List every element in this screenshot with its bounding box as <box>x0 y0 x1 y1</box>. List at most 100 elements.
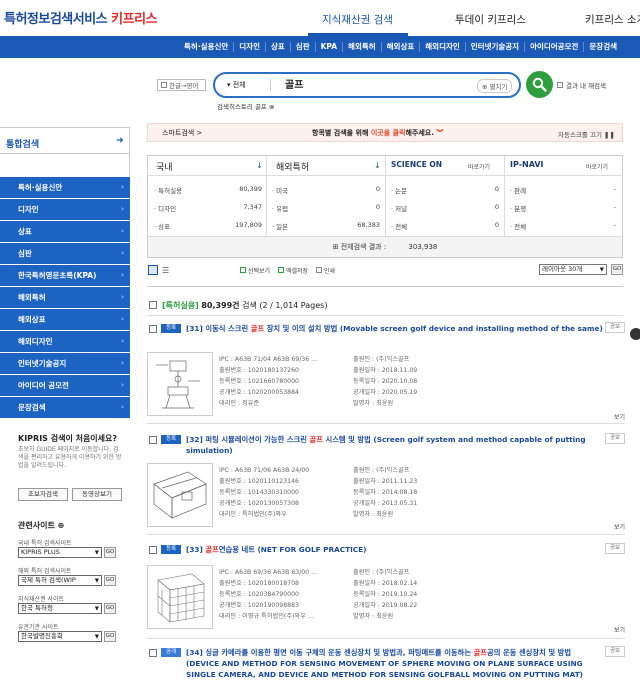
menu-sentence-search[interactable]: 문장검색 <box>583 42 622 52</box>
go-button[interactable]: GO <box>104 575 116 586</box>
gazette-button[interactable]: 공보 <box>605 543 625 554</box>
go-button[interactable]: GO <box>104 603 116 614</box>
beginner-search-button[interactable]: 초보자검색 <box>18 488 68 501</box>
result-checkbox[interactable] <box>149 546 157 554</box>
stats-row[interactable]: · 전체 0 <box>391 221 499 231</box>
view-more-link[interactable]: 보기 <box>614 522 625 531</box>
menu-tech-disclosure[interactable]: 인터넷기술공지 <box>464 42 524 52</box>
search-button[interactable] <box>526 71 553 98</box>
related-select-agency[interactable]: 한국발명진흥회 <box>18 631 102 642</box>
menu-trademark[interactable]: 상표 <box>264 42 290 52</box>
menu-idea-contest[interactable]: 아이디어공모전 <box>524 42 583 52</box>
kipris-logo[interactable]: 특허정보검색서비스 키프리스 <box>4 8 158 27</box>
stats-row[interactable]: · 일본 68,383 <box>272 221 380 231</box>
related-select-domestic[interactable]: KIPRIS PLUS <box>18 547 102 558</box>
stats-row[interactable]: · 상표 197,809 <box>154 221 262 231</box>
menu-design[interactable]: 디자인 <box>233 42 265 52</box>
scroll-top-button[interactable] <box>630 328 640 340</box>
related-select-foreign[interactable]: 국제 특허 검색(WIP <box>18 575 102 586</box>
translate-checkbox[interactable] <box>161 82 167 88</box>
go-button[interactable]: GO <box>104 631 116 642</box>
expand-button[interactable]: ⊕ 펼치기 <box>477 79 513 93</box>
checkbox[interactable] <box>240 267 246 273</box>
menu-foreign-patent[interactable]: 해외특허 <box>342 42 381 52</box>
smart-search-bar[interactable]: 스마트검색 > 항목별 검색을 위해 이곳을 클릭해주세요. ︾ 자동스크롤 끄… <box>147 123 623 142</box>
list-view-icon[interactable] <box>148 265 158 275</box>
sidebar-item-trial[interactable]: 심판 › <box>0 243 130 265</box>
sidebar-item-design[interactable]: 디자인 › <box>0 199 130 221</box>
auto-scroll-toggle[interactable]: 자동스크롤 끄기 ❚❚ <box>558 129 615 139</box>
select-view-button[interactable]: 선택보기 <box>240 266 270 275</box>
menu-foreign-trademark[interactable]: 해외상표 <box>380 42 420 52</box>
sidebar-item-trademark[interactable]: 상표 › <box>0 221 130 243</box>
stats-row[interactable]: · 특허실용 80,399 <box>154 185 262 195</box>
result-checkbox[interactable] <box>149 325 157 333</box>
drawing-thumbnail[interactable] <box>147 565 213 629</box>
sidebar-item-foreign-trademark[interactable]: 해외상표 › <box>0 309 130 331</box>
menu-kpa[interactable]: KPA <box>314 42 342 52</box>
ipnavi-shortcut[interactable]: 바로가기 <box>586 162 608 171</box>
checkbox[interactable] <box>278 267 285 273</box>
search-within-toggle[interactable]: 결과 내 재검색 <box>557 80 606 90</box>
total-value: 303,938 <box>408 243 438 251</box>
gazette-button[interactable]: 공보 <box>605 646 625 657</box>
stats-row[interactable]: · 판례 - <box>510 185 616 195</box>
stats-row[interactable]: · 미국 0 <box>272 185 380 195</box>
science-shortcut[interactable]: 바로가기 <box>468 162 490 171</box>
stats-ipnavi-title[interactable]: IP-NAVI <box>510 160 544 169</box>
print-button[interactable]: 인쇄 <box>316 266 335 275</box>
stats-row[interactable]: · 논문 0 <box>391 185 499 195</box>
result-title[interactable]: [32] 퍼팅 시뮬레이션이 가능한 스크린 골프 시스템 및 방법 (Scre… <box>186 434 606 456</box>
gazette-button[interactable]: 공보 <box>605 433 625 444</box>
result-checkbox[interactable] <box>149 436 157 444</box>
view-more-link[interactable]: 보기 <box>614 625 625 634</box>
sidebar-item-kpa[interactable]: 한국특허영문초록(KPA) › <box>0 265 130 287</box>
stats-label: 논문 <box>395 187 408 195</box>
search-input[interactable] <box>285 78 435 89</box>
sidebar-item-foreign-design[interactable]: 해외디자인 › <box>0 331 130 353</box>
view-more-link[interactable]: 보기 <box>614 412 625 421</box>
sidebar-item-patent[interactable]: 특허·실용신안 › <box>0 177 130 199</box>
excel-save-button[interactable]: 엑셀저장 <box>278 266 308 275</box>
go-button[interactable]: GO <box>104 547 116 558</box>
search-scope-select[interactable]: ▾ 전체 <box>227 80 246 90</box>
gnb-about[interactable]: 키프리스 소개 <box>585 12 640 27</box>
page-size-select[interactable]: 레이아웃 30개 ▼ <box>539 264 607 275</box>
integrated-search-header[interactable]: 통합검색 ➜ <box>0 127 130 154</box>
stats-domestic-title[interactable]: 국내 <box>156 160 173 173</box>
menu-trial[interactable]: 심판 <box>289 42 315 52</box>
stats-foreign-title[interactable]: 해외특허 <box>276 160 309 173</box>
stats-row[interactable]: · 디자인 7,347 <box>154 203 262 213</box>
stats-science-title[interactable]: SCIENCE ON <box>391 160 442 169</box>
sidebar-item-tech-disclosure[interactable]: 인터넷기술공지 › <box>0 353 130 375</box>
sidebar-item-sentence-search[interactable]: 문장검색 › <box>0 397 130 419</box>
go-button[interactable]: GO <box>611 264 623 275</box>
hint-link[interactable]: 이곳을 클릭 <box>371 129 406 137</box>
gnb-ip-search[interactable]: 지식재산권 검색 <box>322 12 393 27</box>
search-within-checkbox[interactable] <box>557 82 563 88</box>
result-title[interactable]: [33] 골프연습용 네트 (NET FOR GOLF PRACTICE) <box>186 544 606 555</box>
stats-row[interactable]: · 저널 0 <box>391 203 499 213</box>
drawing-thumbnail[interactable] <box>147 352 213 416</box>
menu-foreign-design[interactable]: 해외디자인 <box>419 42 465 52</box>
drawing-thumbnail[interactable] <box>147 463 213 527</box>
checkbox[interactable] <box>316 267 323 273</box>
gazette-button[interactable]: 공보 <box>605 322 625 333</box>
grid-view-icon[interactable]: ☰ <box>162 266 169 275</box>
select-all-checkbox[interactable] <box>149 301 157 309</box>
stats-row[interactable]: · 전체 - <box>510 221 616 231</box>
gnb-today-kipris[interactable]: 투데이 키프리스 <box>455 12 526 27</box>
stats-row[interactable]: · 분쟁 - <box>510 203 616 213</box>
result-checkbox[interactable] <box>149 649 157 657</box>
stats-row[interactable]: · 유럽 0 <box>272 203 380 213</box>
translate-toggle[interactable]: 한글→영어 <box>157 79 206 91</box>
sidebar-item-foreign-patent[interactable]: 해외특허 › <box>0 287 130 309</box>
smart-search-link[interactable]: 스마트검색 > <box>162 128 202 138</box>
menu-patent[interactable]: 특허·실용신안 <box>179 42 233 52</box>
video-button[interactable]: 동영상보기 <box>72 488 122 501</box>
sidebar-item-idea-contest[interactable]: 아이디어 공모전 › <box>0 375 130 397</box>
result-title[interactable]: [31] 이동식 스크린 골프 장치 및 이의 설치 방법 (Movable s… <box>186 323 606 334</box>
related-select-ip[interactable]: 한국 특허청 <box>18 603 102 614</box>
result-title[interactable]: [34] 싱글 카메라를 이용한 평면 이동 구체의 운동 센싱장치 및 방법과… <box>186 647 586 680</box>
search-history[interactable]: 검색히스토리 골프 ⊗ <box>217 101 274 111</box>
